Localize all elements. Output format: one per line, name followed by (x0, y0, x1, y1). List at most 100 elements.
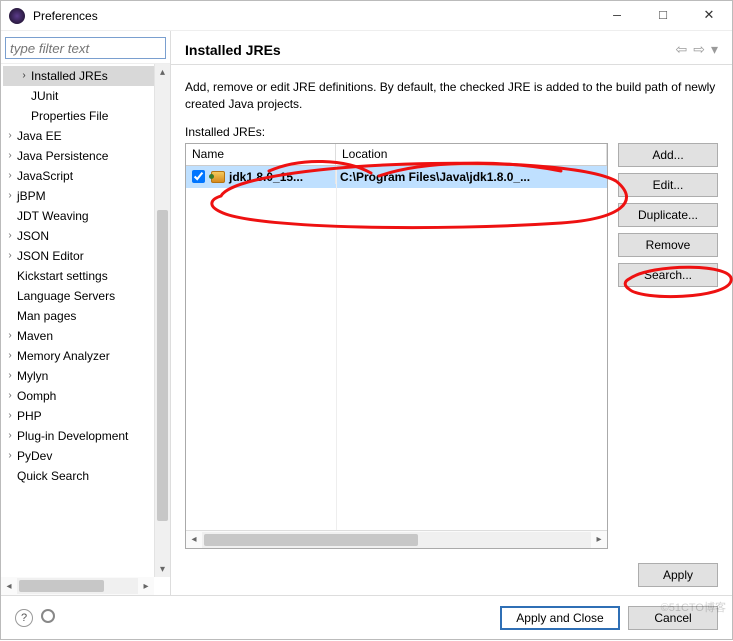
jre-location: C:\Program Files\Java\jdk1.8.0_... (340, 170, 530, 184)
scroll-right-icon[interactable]: ▸ (591, 532, 607, 548)
tree-item-label: Java Persistence (17, 149, 108, 163)
expander-icon[interactable]: › (3, 326, 17, 346)
jre-checkbox[interactable] (192, 170, 205, 183)
tree-item-label: Maven (17, 329, 53, 343)
edit-button[interactable]: Edit... (618, 173, 718, 197)
expander-icon[interactable]: › (3, 386, 17, 406)
tree-item-label: Plug-in Development (17, 429, 128, 443)
tree-item[interactable]: Man pages (3, 306, 154, 326)
tree-item-label: Installed JREs (31, 69, 108, 83)
import-export-icon[interactable] (41, 609, 55, 623)
preferences-tree[interactable]: ›Installed JREsJUnitProperties File›Java… (1, 64, 154, 595)
tree-item-label: Language Servers (17, 289, 115, 303)
tree-item-label: JUnit (31, 89, 58, 103)
column-name[interactable]: Name (186, 144, 336, 165)
expander-icon[interactable]: › (3, 246, 17, 266)
tree-item[interactable]: ›PHP (3, 406, 154, 426)
expander-icon[interactable]: › (3, 226, 17, 246)
tree-item[interactable]: ›jBPM (3, 186, 154, 206)
tree-item-label: Man pages (17, 309, 76, 323)
tree-item[interactable]: ›Memory Analyzer (3, 346, 154, 366)
expander-icon[interactable]: › (3, 146, 17, 166)
add-button[interactable]: Add... (618, 143, 718, 167)
tree-item[interactable]: Properties File (3, 106, 154, 126)
table-row[interactable]: jdk1.8.0_15... C:\Program Files\Java\jdk… (186, 166, 607, 188)
tree-item[interactable]: ›JavaScript (3, 166, 154, 186)
search-button[interactable]: Search... (618, 263, 718, 287)
tree-item[interactable]: ›Oomph (3, 386, 154, 406)
expander-icon[interactable]: › (3, 186, 17, 206)
tree-item[interactable]: ›Maven (3, 326, 154, 346)
tree-item-label: Oomph (17, 389, 56, 403)
titlebar: Preferences — □ ✕ (1, 1, 732, 31)
tree-item[interactable]: ›PyDev (3, 446, 154, 466)
nav-back-icon[interactable]: ⇦ (676, 41, 688, 58)
scroll-thumb[interactable] (204, 534, 418, 546)
tree-item[interactable]: JDT Weaving (3, 206, 154, 226)
scroll-down-icon[interactable]: ▾ (155, 561, 170, 577)
expander-icon[interactable]: › (3, 166, 17, 186)
scroll-left-icon[interactable]: ◂ (186, 532, 202, 548)
tree-item[interactable]: Language Servers (3, 286, 154, 306)
window-title: Preferences (33, 9, 594, 23)
tree-item[interactable]: ›Installed JREs (3, 66, 154, 86)
tree-item[interactable]: ›Mylyn (3, 366, 154, 386)
tree-item[interactable]: ›JSON Editor (3, 246, 154, 266)
expander-icon[interactable]: › (3, 446, 17, 466)
tree-item-label: PHP (17, 409, 42, 423)
table-body: jdk1.8.0_15... C:\Program Files\Java\jdk… (186, 166, 607, 530)
tree-item-label: JDT Weaving (17, 209, 89, 223)
cancel-button[interactable]: Cancel (628, 606, 718, 630)
tree-item[interactable]: ›Java EE (3, 126, 154, 146)
filter-input[interactable] (5, 37, 166, 59)
nav-forward-icon[interactable]: ⇨ (693, 41, 705, 58)
dialog-footer: ? Apply and Close Cancel (1, 595, 732, 639)
tree-item[interactable]: Quick Search (3, 466, 154, 486)
table-label: Installed JREs: (185, 125, 718, 139)
tree-pane: ›Installed JREsJUnitProperties File›Java… (1, 31, 171, 595)
tree-vertical-scrollbar[interactable]: ▴ ▾ (154, 64, 170, 577)
apply-and-close-button[interactable]: Apply and Close (500, 606, 620, 630)
jre-table[interactable]: Name Location jdk1.8.0_15... (185, 143, 608, 549)
scroll-thumb[interactable] (19, 580, 104, 592)
tree-item-label: JavaScript (17, 169, 73, 183)
tree-item-label: Kickstart settings (17, 269, 108, 283)
tree-item-label: Memory Analyzer (17, 349, 110, 363)
tree-horizontal-scrollbar[interactable]: ◂ ▸ (1, 577, 154, 595)
tree-item[interactable]: ›Java Persistence (3, 146, 154, 166)
table-header: Name Location (186, 144, 607, 166)
tree-item[interactable]: ›Plug-in Development (3, 426, 154, 446)
help-icon[interactable]: ? (15, 609, 33, 627)
apply-button[interactable]: Apply (638, 563, 718, 587)
tree-item-label: Properties File (31, 109, 108, 123)
minimize-button[interactable]: — (594, 1, 640, 31)
expander-icon[interactable]: › (3, 126, 17, 146)
tree-item-label: JSON (17, 229, 49, 243)
page-pane: Installed JREs ⇦ ⇨ ▾ Add, remove or edit… (171, 31, 732, 595)
page-description: Add, remove or edit JRE definitions. By … (185, 79, 718, 113)
expander-icon[interactable]: › (3, 406, 17, 426)
table-horizontal-scrollbar[interactable]: ◂ ▸ (186, 530, 607, 548)
expander-icon[interactable]: › (3, 366, 17, 386)
expander-icon[interactable]: › (3, 426, 17, 446)
tree-item-label: PyDev (17, 449, 52, 463)
jre-name: jdk1.8.0_15... (229, 170, 303, 184)
scroll-right-icon[interactable]: ▸ (138, 578, 154, 594)
nav-menu-icon[interactable]: ▾ (711, 41, 718, 58)
tree-item[interactable]: JUnit (3, 86, 154, 106)
scroll-up-icon[interactable]: ▴ (155, 64, 170, 80)
jre-icon (211, 171, 225, 183)
duplicate-button[interactable]: Duplicate... (618, 203, 718, 227)
tree-item-label: Mylyn (17, 369, 48, 383)
expander-icon[interactable]: › (17, 66, 31, 86)
tree-item[interactable]: Kickstart settings (3, 266, 154, 286)
column-location[interactable]: Location (336, 144, 607, 165)
page-title: Installed JREs (185, 42, 676, 58)
scroll-thumb[interactable] (157, 210, 168, 521)
scroll-left-icon[interactable]: ◂ (1, 578, 17, 594)
maximize-button[interactable]: □ (640, 1, 686, 31)
expander-icon[interactable]: › (3, 346, 17, 366)
tree-item[interactable]: ›JSON (3, 226, 154, 246)
close-button[interactable]: ✕ (686, 1, 732, 31)
remove-button[interactable]: Remove (618, 233, 718, 257)
